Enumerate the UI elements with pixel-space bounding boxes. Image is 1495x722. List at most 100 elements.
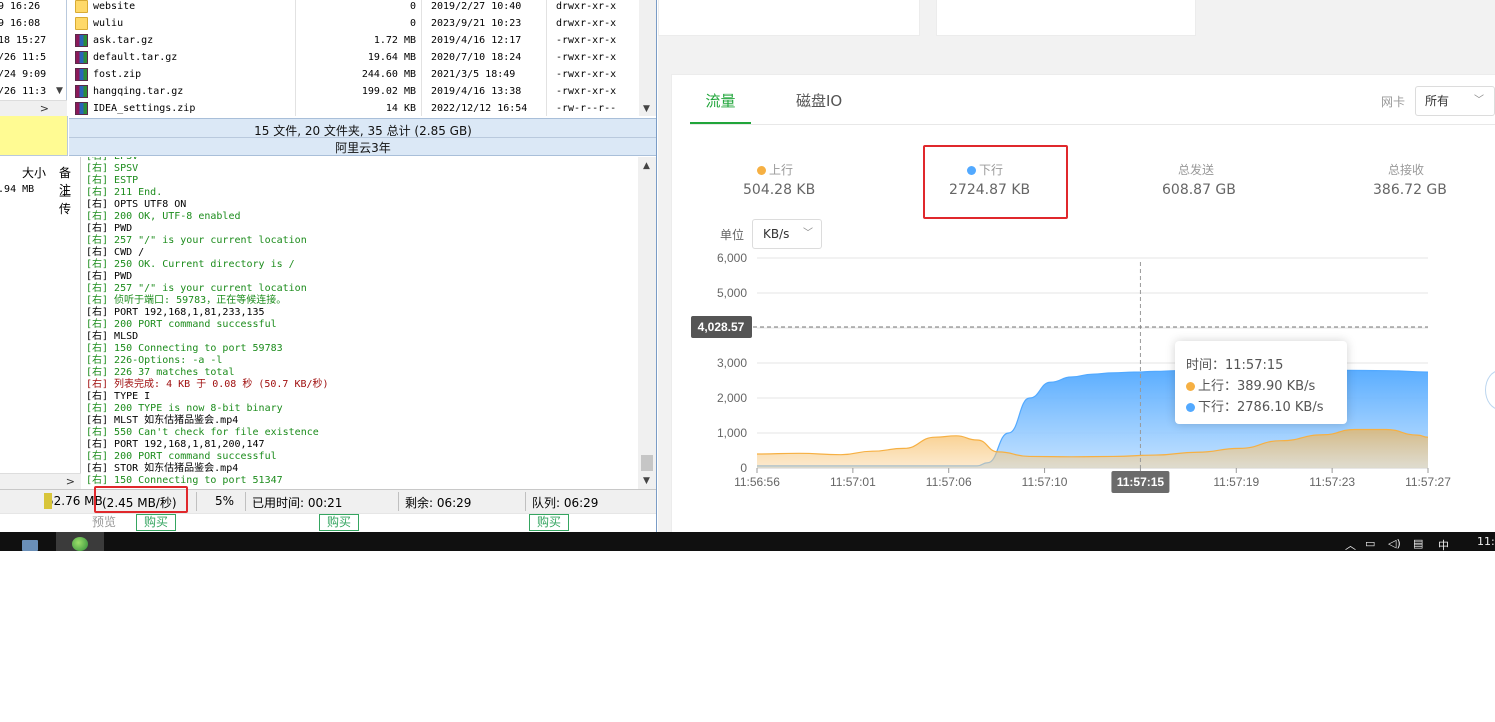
ftp-bottom-strip: 预览 购买 购买 购买 <box>0 513 656 532</box>
y-tick-label: 3,000 <box>717 356 747 370</box>
top-card-1 <box>658 0 920 36</box>
tree-row[interactable]: 18 15:27 <box>0 32 46 49</box>
file-date: 2023/9/21 10:23 <box>431 18 522 29</box>
log-line: [右] PWD <box>86 223 133 234</box>
tooltip-up: 上行：389.90 KB/s <box>1186 375 1315 394</box>
transfer-progress-fill <box>44 493 52 509</box>
clock[interactable]: 11: <box>1477 535 1495 548</box>
log-scrollbar[interactable]: ▲ ▼ <box>638 157 656 489</box>
nic-select[interactable]: 所有 ﹀ <box>1415 86 1495 116</box>
queue-horizontal-scrollbar[interactable]: > <box>0 473 81 489</box>
tooltip-down: 下行：2786.10 KB/s <box>1186 396 1324 415</box>
file-permissions: -rw-r--r-- <box>556 103 617 114</box>
y-tick-label: 5,000 <box>717 286 747 300</box>
file-row[interactable]: IDEA_settings.zip 14 KB 2022/12/12 16:54 -r… <box>69 100 639 117</box>
file-name: IDEA_settings.zip <box>93 103 196 114</box>
file-name: default.tar.gz <box>93 52 178 63</box>
file-permissions: -rwxr-xr-x <box>556 35 617 46</box>
tree-scroll-down-arrow[interactable]: ▼ <box>52 83 67 99</box>
log-line: [右] OPTS UTF8 ON <box>86 199 187 210</box>
log-line: [右] 200 PORT command successful <box>86 319 277 330</box>
file-row[interactable]: wuliu 0 2023/9/21 10:23 drwxr-xr-x <box>69 15 639 32</box>
tree-horizontal-scrollbar[interactable]: > <box>0 100 67 116</box>
queue-time: 队列: 06:29 <box>532 496 599 510</box>
scroll-up-arrow[interactable]: ▲ <box>643 161 650 171</box>
file-date: 2019/4/16 13:38 <box>431 86 522 97</box>
transfer-queue-panel[interactable]: 大小 备注 52.94 MB 上传 <box>0 157 81 489</box>
file-size: 0 <box>409 18 416 29</box>
ftp-client-window: 9 16:26 9 16:08 18 15:27/26 11:5/24 9:09/2… <box>0 0 657 532</box>
tree-row[interactable]: 9 16:08 <box>0 15 40 32</box>
tray-chevron-up-icon[interactable]: ︿ <box>1345 537 1356 553</box>
preview-label[interactable]: 预览 <box>92 514 116 530</box>
remaining-time: 剩余: 06:29 <box>405 496 472 510</box>
file-row[interactable]: ask.tar.gz 1.72 MB 2019/4/16 12:17 -rwxr-xr… <box>69 32 639 49</box>
log-line: [右] 200 PORT command successful <box>86 451 277 462</box>
status-divider <box>69 137 656 138</box>
log-line: [右] 226-Options: -a -l <box>86 355 223 366</box>
tree-row[interactable]: /26 11:5 <box>0 49 46 66</box>
file-date: 2022/12/12 16:54 <box>431 103 528 114</box>
log-line: [右] 200 OK, UTF-8 enabled <box>86 211 241 222</box>
down-dot-icon <box>1186 403 1195 412</box>
y-tick-label: 6,000 <box>717 251 747 265</box>
explorer-taskbar-icon[interactable] <box>22 540 38 551</box>
buy-button-2[interactable]: 购买 <box>319 514 359 531</box>
remote-file-list[interactable]: website 0 2019/2/27 10:40 drwxr-xr-x wuliu 0 2… <box>69 0 639 116</box>
folder-icon <box>75 17 88 30</box>
log-scroll-thumb[interactable] <box>641 455 653 471</box>
log-line: [右] 150 Connecting to port 59783 <box>86 343 283 354</box>
archive-icon <box>75 51 88 64</box>
file-size: 0 <box>409 1 416 12</box>
file-permissions: drwxr-xr-x <box>556 1 617 12</box>
log-line: [右] STOR 如东估猪品鉴会.mp4 <box>86 463 239 474</box>
file-row[interactable]: hangqing.tar.gz 199.02 MB 2019/4/16 13:38 -… <box>69 83 639 100</box>
tree-row[interactable]: 9 16:26 <box>0 0 40 15</box>
file-row[interactable]: default.tar.gz 19.64 MB 2020/7/10 18:24 -rw… <box>69 49 639 66</box>
ime-icon[interactable]: 中 <box>1438 537 1449 553</box>
file-date: 2021/3/5 18:49 <box>431 69 516 80</box>
log-line: [右] CWD / <box>86 247 145 258</box>
buy-button-1[interactable]: 购买 <box>136 514 176 531</box>
file-list-scrollbar[interactable]: ▼ <box>639 0 656 116</box>
network-icon[interactable]: ▭ <box>1365 537 1375 550</box>
site-name: 阿里云3年 <box>335 141 391 155</box>
scroll-right-arrow[interactable]: > <box>66 474 75 490</box>
stat-recv-value: 386.72 GB <box>1373 182 1447 198</box>
scroll-right-arrow[interactable]: > <box>40 101 49 117</box>
file-row[interactable]: website 0 2019/2/27 10:40 drwxr-xr-x <box>69 0 639 15</box>
log-line: [右] PORT 192,168,1,81,233,135 <box>86 307 265 318</box>
tree-row[interactable]: /26 11:3 <box>0 83 46 100</box>
stat-up-value: 504.28 KB <box>743 182 816 198</box>
local-path-highlight <box>0 116 68 156</box>
log-line: [右] 550 Can't check for file existence <box>86 427 319 438</box>
tree-row[interactable]: /24 9:09 <box>0 66 46 83</box>
file-permissions: -rwxr-xr-x <box>556 69 617 80</box>
x-tick-label: 11:57:01 <box>830 475 876 489</box>
tab-disk-io[interactable]: 磁盘IO <box>796 82 866 124</box>
file-row[interactable]: fost.zip 244.60 MB 2021/3/5 18:49 -rwxr-xr-… <box>69 66 639 83</box>
file-size: 244.60 MB <box>361 69 416 80</box>
traffic-area-chart[interactable]: 01,0002,0003,0004,0005,0006,00011:56:561… <box>671 240 1495 500</box>
archive-icon <box>75 34 88 47</box>
tab-traffic[interactable]: 流量 <box>690 82 751 124</box>
log-line: [右] 250 OK. Current directory is / <box>86 259 295 270</box>
notification-icon[interactable]: ▤ <box>1413 537 1423 550</box>
speed-highlight-box <box>94 486 188 513</box>
log-line: [右] ESTP <box>86 175 139 186</box>
scroll-down-arrow[interactable]: ▼ <box>643 476 650 486</box>
file-name: fost.zip <box>93 69 142 80</box>
log-line: [右] PORT 192,168,1,81,200,147 <box>86 439 265 450</box>
nic-label: 网卡 <box>1381 95 1406 109</box>
queue-header-size[interactable]: 大小 <box>22 164 46 181</box>
x-tick-label: 11:57:10 <box>1022 475 1068 489</box>
file-permissions: -rwxr-xr-x <box>556 86 617 97</box>
x-tick-label: 11:57:19 <box>1213 475 1259 489</box>
top-card-2 <box>936 0 1196 36</box>
volume-icon[interactable]: ◁) <box>1388 537 1401 550</box>
buy-button-3[interactable]: 购买 <box>529 514 569 531</box>
ftp-command-log[interactable]: [右] EPSV[右] SPSV[右] ESTP[右] 211 End.[右] … <box>82 157 638 489</box>
chevron-down-icon: ﹀ <box>1474 95 1484 106</box>
scroll-down-arrow[interactable]: ▼ <box>643 104 650 114</box>
log-line: [右] 211 End. <box>86 187 163 198</box>
